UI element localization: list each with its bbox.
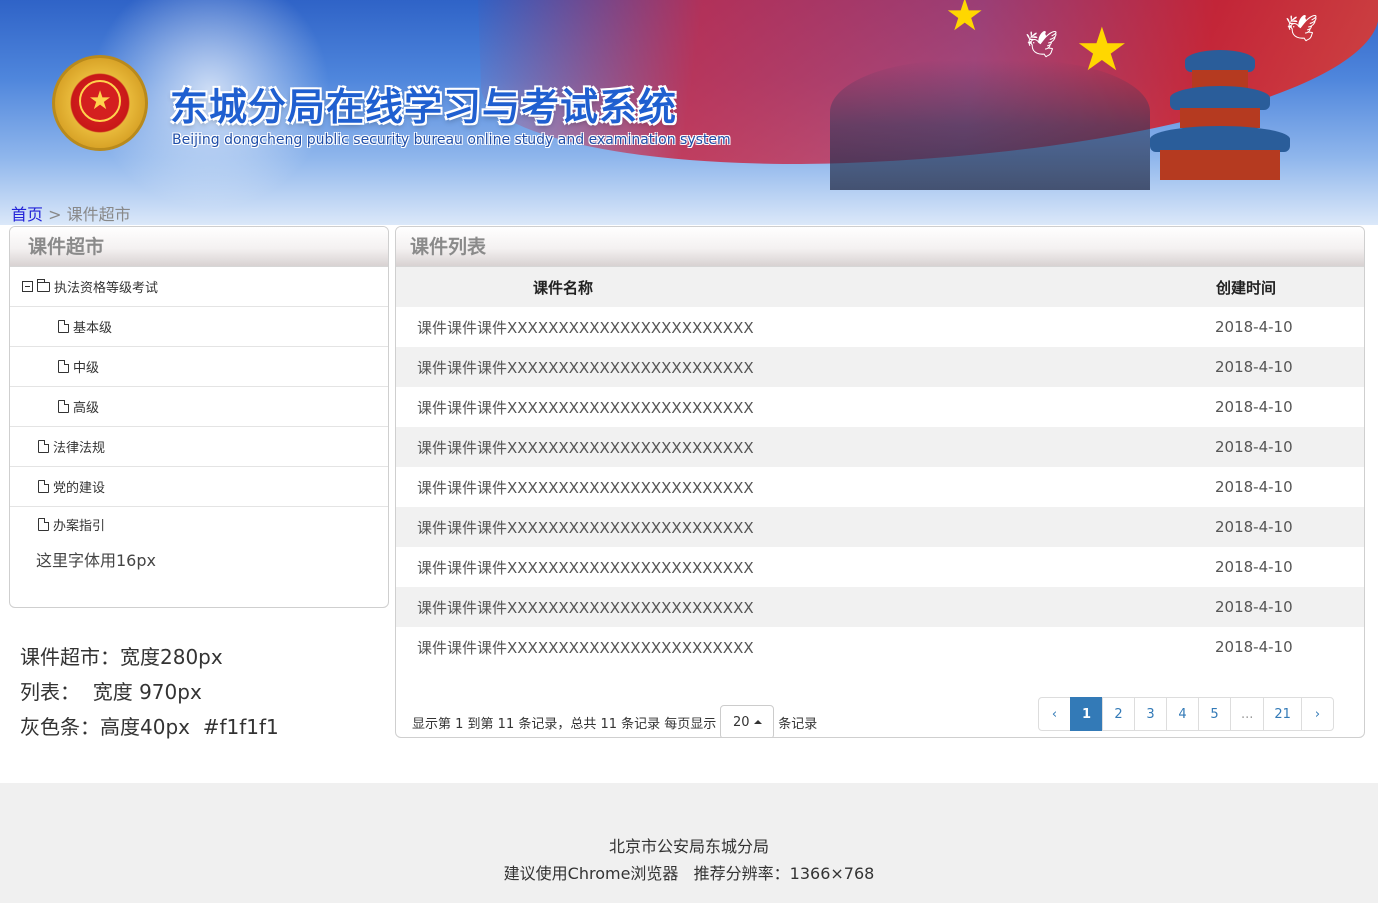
tree-item-laws[interactable]: 法律法规: [10, 427, 388, 467]
spec-note-market: 课件超市：宽度280px: [20, 645, 223, 669]
table-row[interactable]: 课件课件课件XXXXXXXXXXXXXXXXXXXXXXXX 2018-4-10: [396, 387, 1364, 427]
page-ellipsis: ...: [1230, 697, 1265, 731]
course-name-link[interactable]: 课件课件课件XXXXXXXXXXXXXXXXXXXXXXXX: [396, 357, 1215, 378]
course-name-link[interactable]: 课件课件课件XXXXXXXXXXXXXXXXXXXXXXXX: [396, 437, 1215, 458]
tree-item-advanced[interactable]: 高级: [10, 387, 388, 427]
table-row[interactable]: 课件课件课件XXXXXXXXXXXXXXXXXXXXXXXX 2018-4-10: [396, 467, 1364, 507]
spec-note-graybar: 灰色条：高度40px #f1f1f1: [20, 715, 279, 739]
table-row[interactable]: 课件课件课件XXXXXXXXXXXXXXXXXXXXXXXX 2018-4-10: [396, 587, 1364, 627]
created-date: 2018-4-10: [1215, 358, 1293, 376]
breadcrumb-current: 课件超市: [66, 205, 131, 224]
tree-note: 这里字体用16px: [36, 551, 156, 570]
tree-item-label: 中级: [73, 361, 100, 376]
page-button-5[interactable]: 5: [1198, 697, 1231, 731]
tree-item-label: 办案指引: [53, 518, 106, 534]
dove-icon: 🕊: [1025, 30, 1059, 60]
tree-item-label: 高级: [73, 401, 100, 416]
tree-item-exam[interactable]: 执法资格等级考试: [10, 267, 388, 307]
course-name-link[interactable]: 课件课件课件XXXXXXXXXXXXXXXXXXXXXXXX: [396, 637, 1215, 658]
document-icon: [38, 440, 49, 453]
folder-icon: [37, 278, 50, 292]
tree-item-intermediate[interactable]: 中级: [10, 347, 388, 387]
course-market-panel: 课件超市 执法资格等级考试 基本级 中级 高级 法律法规 党的建设 办案指引 这…: [9, 226, 389, 608]
created-date: 2018-4-10: [1215, 598, 1293, 616]
breadcrumb-separator: >: [48, 205, 62, 224]
site-title: 东城分局在线学习与考试系统: [170, 85, 678, 129]
tree-item-label: 法律法规: [53, 441, 106, 456]
caret-up-icon: [753, 720, 762, 724]
tree-item-label: 党的建设: [53, 481, 106, 496]
course-name-link[interactable]: 课件课件课件XXXXXXXXXXXXXXXXXXXXXXXX: [396, 477, 1215, 498]
footer-org: 北京市公安局东城分局: [608, 837, 769, 856]
created-date: 2018-4-10: [1215, 638, 1293, 656]
column-header-name[interactable]: 课件名称: [396, 277, 730, 298]
table-row[interactable]: 课件课件课件XXXXXXXXXXXXXXXXXXXXXXXX 2018-4-10: [396, 347, 1364, 387]
page-button-1[interactable]: 1: [1070, 697, 1103, 731]
tree-item-label: 执法资格等级考试: [54, 281, 159, 296]
site-subtitle: Beijing dongcheng public security bureau…: [172, 132, 731, 148]
created-date: 2018-4-10: [1215, 398, 1293, 416]
table-row[interactable]: 课件课件课件XXXXXXXXXXXXXXXXXXXXXXXX 2018-4-10: [396, 627, 1364, 667]
document-icon: [58, 360, 69, 373]
page-size-select[interactable]: 20: [720, 705, 775, 737]
pager-info: 显示第 1 到第 11 条记录，总共 11 条记录 每页显示 20 条记录: [412, 705, 818, 737]
created-date: 2018-4-10: [1215, 478, 1293, 496]
breadcrumb-home-link[interactable]: 首页: [11, 205, 43, 224]
created-date: 2018-4-10: [1215, 438, 1293, 456]
police-photo: [830, 60, 1150, 190]
document-icon: [38, 480, 49, 493]
created-date: 2018-4-10: [1215, 318, 1293, 336]
course-name-link[interactable]: 课件课件课件XXXXXXXXXXXXXXXXXXXXXXXX: [396, 517, 1215, 538]
minus-square-icon[interactable]: [22, 281, 33, 292]
course-name-link[interactable]: 课件课件课件XXXXXXXXXXXXXXXXXXXXXXXX: [396, 397, 1215, 418]
pager-info-prefix: 显示第 1 到第 11 条记录，总共 11 条记录 每页显示: [412, 716, 717, 732]
table-row[interactable]: 课件课件课件XXXXXXXXXXXXXXXXXXXXXXXX 2018-4-10: [396, 427, 1364, 467]
table-row[interactable]: 课件课件课件XXXXXXXXXXXXXXXXXXXXXXXX 2018-4-10: [396, 507, 1364, 547]
table-header: 课件名称 创建时间: [396, 267, 1364, 307]
tree-item-basic[interactable]: 基本级: [10, 307, 388, 347]
tree-item-case-guide[interactable]: 办案指引: [10, 507, 388, 541]
breadcrumb: 首页 > 课件超市: [11, 201, 131, 225]
page-button-3[interactable]: 3: [1134, 697, 1167, 731]
table-row[interactable]: 课件课件课件XXXXXXXXXXXXXXXXXXXXXXXX 2018-4-10: [396, 547, 1364, 587]
pagination: ‹ 1 2 3 4 5 ... 21 ›: [1038, 697, 1334, 731]
course-list-title: 课件列表: [396, 227, 1364, 267]
pager-info-suffix: 条记录: [778, 716, 818, 732]
temple-of-heaven-image: [1140, 20, 1300, 190]
column-header-time[interactable]: 创建时间: [1216, 277, 1276, 298]
page-next-button[interactable]: ›: [1300, 697, 1334, 731]
star-icon: ★: [945, 0, 985, 41]
pager: 显示第 1 到第 11 条记录，总共 11 条记录 每页显示 20 条记录 ‹ …: [396, 697, 1364, 737]
header-banner: ★ ★ 🕊 🕊 ★ 东城分局在线学习与考试系统 Beijing dongchen…: [0, 0, 1378, 225]
page-button-2[interactable]: 2: [1102, 697, 1135, 731]
tree-item-label: 基本级: [73, 321, 113, 336]
table-row[interactable]: 课件课件课件XXXXXXXXXXXXXXXXXXXXXXXX 2018-4-10: [396, 307, 1364, 347]
created-date: 2018-4-10: [1215, 518, 1293, 536]
document-icon: [58, 320, 69, 333]
page-size-value: 20: [733, 714, 750, 730]
created-date: 2018-4-10: [1215, 558, 1293, 576]
footer: 北京市公安局东城分局 建议使用Chrome浏览器 推荐分辨率：1366×768: [0, 783, 1378, 903]
course-name-link[interactable]: 课件课件课件XXXXXXXXXXXXXXXXXXXXXXXX: [396, 317, 1215, 338]
page-button-4[interactable]: 4: [1166, 697, 1199, 731]
page-prev-button[interactable]: ‹: [1038, 697, 1071, 731]
tree-item-party[interactable]: 党的建设: [10, 467, 388, 507]
course-name-link[interactable]: 课件课件课件XXXXXXXXXXXXXXXXXXXXXXXX: [396, 597, 1215, 618]
course-name-link[interactable]: 课件课件课件XXXXXXXXXXXXXXXXXXXXXXXX: [396, 557, 1215, 578]
spec-note-list: 列表： 宽度 970px: [20, 680, 202, 704]
police-emblem-logo: ★: [52, 55, 148, 151]
document-icon: [58, 400, 69, 413]
page-button-21[interactable]: 21: [1263, 697, 1302, 731]
spec-notes: 课件超市：宽度280px 列表： 宽度 970px 灰色条：高度40px #f1…: [20, 640, 279, 745]
course-list-panel: 课件列表 课件名称 创建时间 课件课件课件XXXXXXXXXXXXXXXXXXX…: [395, 226, 1365, 738]
footer-browser-tip: 建议使用Chrome浏览器 推荐分辨率：1366×768: [503, 864, 875, 883]
document-icon: [38, 517, 49, 531]
course-market-title: 课件超市: [10, 227, 388, 267]
